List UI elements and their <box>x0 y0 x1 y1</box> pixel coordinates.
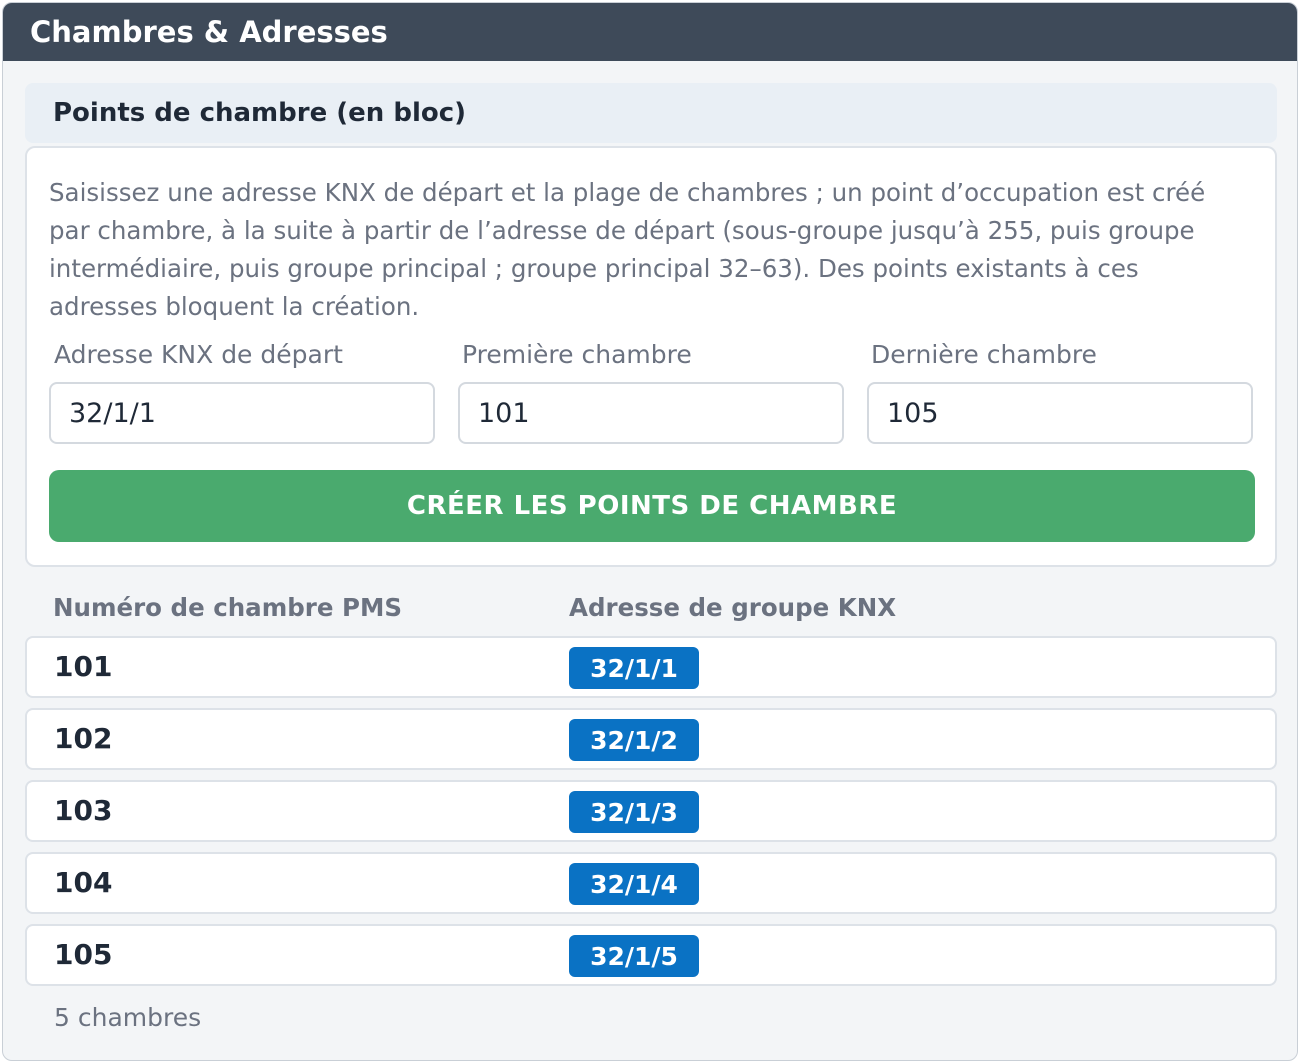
room-number: 102 <box>54 722 113 755</box>
table-row[interactable]: 105 32/1/5 <box>25 924 1277 986</box>
group-address-badge: 32/1/1 <box>569 647 699 689</box>
table-row[interactable]: 101 32/1/1 <box>25 636 1277 698</box>
app-window: Chambres & Adresses Points de chambre (e… <box>2 2 1298 1061</box>
room-list: 101 32/1/1 102 32/1/2 103 32/1/3 104 32/… <box>25 636 1277 996</box>
table-row[interactable]: 104 32/1/4 <box>25 852 1277 914</box>
room-number: 101 <box>54 650 113 683</box>
start-address-input[interactable] <box>49 382 435 444</box>
room-number: 104 <box>54 866 113 899</box>
group-address-badge: 32/1/2 <box>569 719 699 761</box>
table-row[interactable]: 103 32/1/3 <box>25 780 1277 842</box>
first-room-input[interactable] <box>458 382 844 444</box>
table-row[interactable]: 102 32/1/2 <box>25 708 1277 770</box>
group-address-badge: 32/1/3 <box>569 791 699 833</box>
window-title: Chambres & Adresses <box>3 3 1297 61</box>
column-header-address: Adresse de groupe KNX <box>569 593 897 622</box>
last-room-input[interactable] <box>867 382 1253 444</box>
last-room-label: Dernière chambre <box>871 340 1097 369</box>
column-header-room: Numéro de chambre PMS <box>53 593 402 622</box>
first-room-label: Première chambre <box>462 340 692 369</box>
room-count: 5 chambres <box>54 1003 202 1032</box>
room-number: 105 <box>54 938 113 971</box>
form-description: Saisissez une adresse KNX de départ et l… <box>49 178 1206 321</box>
bulk-create-card: Saisissez une adresse KNX de départ et l… <box>25 146 1277 567</box>
group-address-badge: 32/1/5 <box>569 935 699 977</box>
section-title: Points de chambre (en bloc) <box>25 83 1277 143</box>
room-number: 103 <box>54 794 113 827</box>
group-address-badge: 32/1/4 <box>569 863 699 905</box>
start-address-label: Adresse KNX de départ <box>54 340 343 369</box>
create-room-points-button[interactable]: CRÉER LES POINTS DE CHAMBRE <box>49 470 1255 542</box>
